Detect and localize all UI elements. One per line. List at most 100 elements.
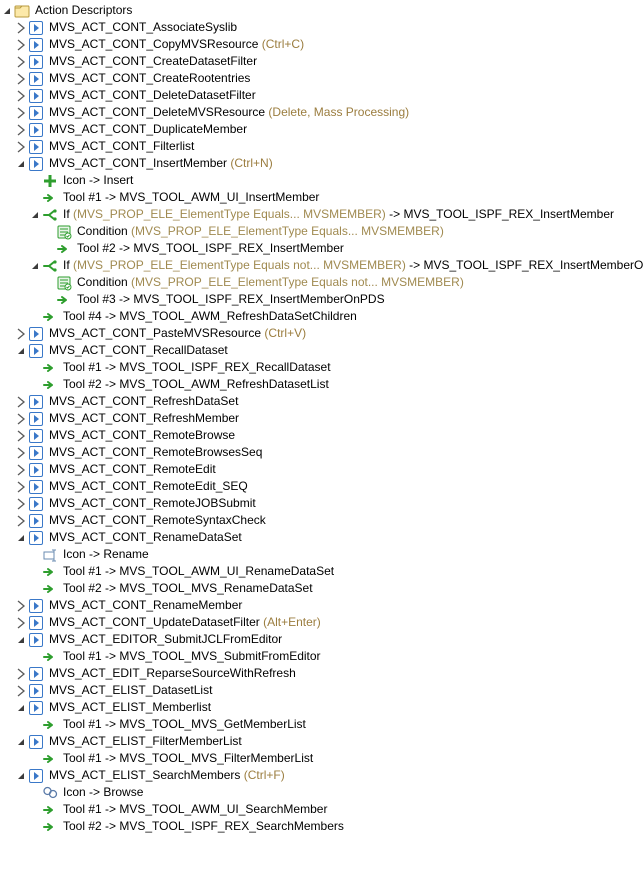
expand-toggle[interactable]: [14, 72, 28, 86]
tree-label: MVS_ACT_CONT_RenameDataSet: [48, 529, 242, 546]
tree-row[interactable]: MVS_ACT_CONT_RemoteJOBSubmit: [0, 495, 644, 512]
tree-row[interactable]: Tool #2 -> MVS_TOOL_ISPF_REX_InsertMembe…: [0, 240, 644, 257]
tree-row[interactable]: Tool #3 -> MVS_TOOL_ISPF_REX_InsertMembe…: [0, 291, 644, 308]
expand-toggle[interactable]: [14, 55, 28, 69]
tree-row[interactable]: Tool #1 -> MVS_TOOL_ISPF_REX_RecallDatas…: [0, 359, 644, 376]
expand-toggle[interactable]: [14, 735, 28, 749]
action-icon: [28, 615, 44, 631]
tree-row[interactable]: MVS_ACT_CONT_RefreshMember: [0, 410, 644, 427]
tree-row[interactable]: MVS_ACT_ELIST_FilterMemberList: [0, 733, 644, 750]
tree-row[interactable]: If (MVS_PROP_ELE_ElementType Equals not.…: [0, 257, 644, 274]
expand-toggle[interactable]: [14, 395, 28, 409]
tree-row[interactable]: Icon -> Insert: [0, 172, 644, 189]
expand-toggle[interactable]: [14, 157, 28, 171]
expand-toggle[interactable]: [14, 446, 28, 460]
shortcut-hint: (Ctrl+N): [230, 156, 272, 170]
tree-row[interactable]: Tool #1 -> MVS_TOOL_MVS_GetMemberList: [0, 716, 644, 733]
tree-row[interactable]: Action Descriptors: [0, 2, 644, 19]
tree-row[interactable]: Tool #1 -> MVS_TOOL_AWM_UI_RenameDataSet: [0, 563, 644, 580]
tree-row[interactable]: MVS_ACT_CONT_RenameMember: [0, 597, 644, 614]
tree-row[interactable]: MVS_ACT_CONT_RefreshDataSet: [0, 393, 644, 410]
tree-row[interactable]: MVS_ACT_CONT_RemoteEdit: [0, 461, 644, 478]
tree-row[interactable]: Tool #1 -> MVS_TOOL_AWM_UI_SearchMember: [0, 801, 644, 818]
expand-toggle[interactable]: [14, 667, 28, 681]
expand-toggle[interactable]: [14, 531, 28, 545]
action-icon: [28, 156, 44, 172]
tree-row[interactable]: Tool #2 -> MVS_TOOL_MVS_RenameDataSet: [0, 580, 644, 597]
expand-toggle[interactable]: [14, 38, 28, 52]
tree-row[interactable]: MVS_ACT_CONT_DuplicateMember: [0, 121, 644, 138]
expand-toggle[interactable]: [14, 89, 28, 103]
tree-row[interactable]: Icon -> Browse: [0, 784, 644, 801]
tree-row[interactable]: MVS_ACT_CONT_CreateRootentries: [0, 70, 644, 87]
tool-icon: [42, 717, 58, 733]
folder-icon: [14, 3, 30, 19]
expand-toggle[interactable]: [14, 616, 28, 630]
expand-toggle[interactable]: [14, 123, 28, 137]
tree-row[interactable]: MVS_ACT_ELIST_Memberlist: [0, 699, 644, 716]
tree-row[interactable]: MVS_ACT_CONT_CopyMVSResource (Ctrl+C): [0, 36, 644, 53]
tree-row[interactable]: MVS_ACT_CONT_RecallDataset: [0, 342, 644, 359]
tree-row[interactable]: Tool #1 -> MVS_TOOL_MVS_SubmitFromEditor: [0, 648, 644, 665]
tree-row[interactable]: MVS_ACT_CONT_CreateDatasetFilter: [0, 53, 644, 70]
expand-toggle[interactable]: [14, 327, 28, 341]
expand-toggle[interactable]: [14, 21, 28, 35]
tree-row[interactable]: MVS_ACT_CONT_RenameDataSet: [0, 529, 644, 546]
expand-toggle[interactable]: [14, 633, 28, 647]
tree-row[interactable]: If (MVS_PROP_ELE_ElementType Equals... M…: [0, 206, 644, 223]
shortcut-hint: (Ctrl+C): [262, 37, 304, 51]
expand-toggle[interactable]: [14, 412, 28, 426]
tree-row[interactable]: MVS_ACT_CONT_AssociateSyslib: [0, 19, 644, 36]
action-icon: [28, 632, 44, 648]
expand-toggle[interactable]: [14, 701, 28, 715]
tree-row[interactable]: Condition (MVS_PROP_ELE_ElementType Equa…: [0, 223, 644, 240]
expand-toggle[interactable]: [14, 429, 28, 443]
tree-row[interactable]: MVS_ACT_CONT_RemoteBrowsesSeq: [0, 444, 644, 461]
tree-row[interactable]: Tool #2 -> MVS_TOOL_AWM_RefreshDatasetLi…: [0, 376, 644, 393]
tree-row[interactable]: MVS_ACT_EDIT_ReparseSourceWithRefresh: [0, 665, 644, 682]
tool-icon: [42, 819, 58, 835]
tree-row[interactable]: MVS_ACT_CONT_RemoteBrowse: [0, 427, 644, 444]
tree-label: Tool #1 -> MVS_TOOL_MVS_FilterMemberList: [62, 750, 313, 767]
tree-row[interactable]: MVS_ACT_CONT_InsertMember (Ctrl+N): [0, 155, 644, 172]
tree-row[interactable]: MVS_ACT_CONT_RemoteSyntaxCheck: [0, 512, 644, 529]
expand-toggle[interactable]: [14, 684, 28, 698]
expand-toggle[interactable]: [28, 259, 42, 273]
tree-label: Tool #1 -> MVS_TOOL_ISPF_REX_RecallDatas…: [62, 359, 331, 376]
tree-row[interactable]: MVS_ACT_EDITOR_SubmitJCLFromEditor: [0, 631, 644, 648]
expand-toggle[interactable]: [28, 208, 42, 222]
tree-row[interactable]: MVS_ACT_CONT_UpdateDatasetFilter (Alt+En…: [0, 614, 644, 631]
tree-row[interactable]: MVS_ACT_ELIST_SearchMembers (Ctrl+F): [0, 767, 644, 784]
expand-toggle[interactable]: [14, 514, 28, 528]
expand-toggle[interactable]: [14, 497, 28, 511]
tree-row[interactable]: MVS_ACT_CONT_DeleteMVSResource (Delete, …: [0, 104, 644, 121]
tree-row[interactable]: Icon -> Rename: [0, 546, 644, 563]
expand-toggle[interactable]: [14, 140, 28, 154]
expand-toggle[interactable]: [14, 480, 28, 494]
tool-icon: [42, 190, 58, 206]
tree-label: If (MVS_PROP_ELE_ElementType Equals not.…: [62, 257, 644, 274]
expand-toggle[interactable]: [14, 599, 28, 613]
tree-row[interactable]: Tool #1 -> MVS_TOOL_MVS_FilterMemberList: [0, 750, 644, 767]
tree-row[interactable]: MVS_ACT_ELIST_DatasetList: [0, 682, 644, 699]
tree-label: MVS_ACT_CONT_DeleteMVSResource (Delete, …: [48, 104, 409, 121]
expand-toggle[interactable]: [0, 4, 14, 18]
expand-toggle[interactable]: [14, 106, 28, 120]
expand-toggle[interactable]: [14, 344, 28, 358]
tree-label: Tool #1 -> MVS_TOOL_AWM_UI_RenameDataSet: [62, 563, 334, 580]
tree-row[interactable]: Tool #1 -> MVS_TOOL_AWM_UI_InsertMember: [0, 189, 644, 206]
tree-label: MVS_ACT_CONT_AssociateSyslib: [48, 19, 237, 36]
tree-row[interactable]: MVS_ACT_CONT_PasteMVSResource (Ctrl+V): [0, 325, 644, 342]
tree-row[interactable]: MVS_ACT_CONT_RemoteEdit_SEQ: [0, 478, 644, 495]
tree-row[interactable]: MVS_ACT_CONT_DeleteDatasetFilter: [0, 87, 644, 104]
tool-icon: [42, 649, 58, 665]
tree-row[interactable]: Tool #2 -> MVS_TOOL_ISPF_REX_SearchMembe…: [0, 818, 644, 835]
expand-toggle[interactable]: [14, 769, 28, 783]
tree-row[interactable]: MVS_ACT_CONT_Filterlist: [0, 138, 644, 155]
action-icon: [28, 37, 44, 53]
tool-icon: [42, 802, 58, 818]
tree-label: MVS_ACT_CONT_CreateDatasetFilter: [48, 53, 257, 70]
tree-row[interactable]: Tool #4 -> MVS_TOOL_AWM_RefreshDataSetCh…: [0, 308, 644, 325]
tree-row[interactable]: Condition (MVS_PROP_ELE_ElementType Equa…: [0, 274, 644, 291]
expand-toggle[interactable]: [14, 463, 28, 477]
